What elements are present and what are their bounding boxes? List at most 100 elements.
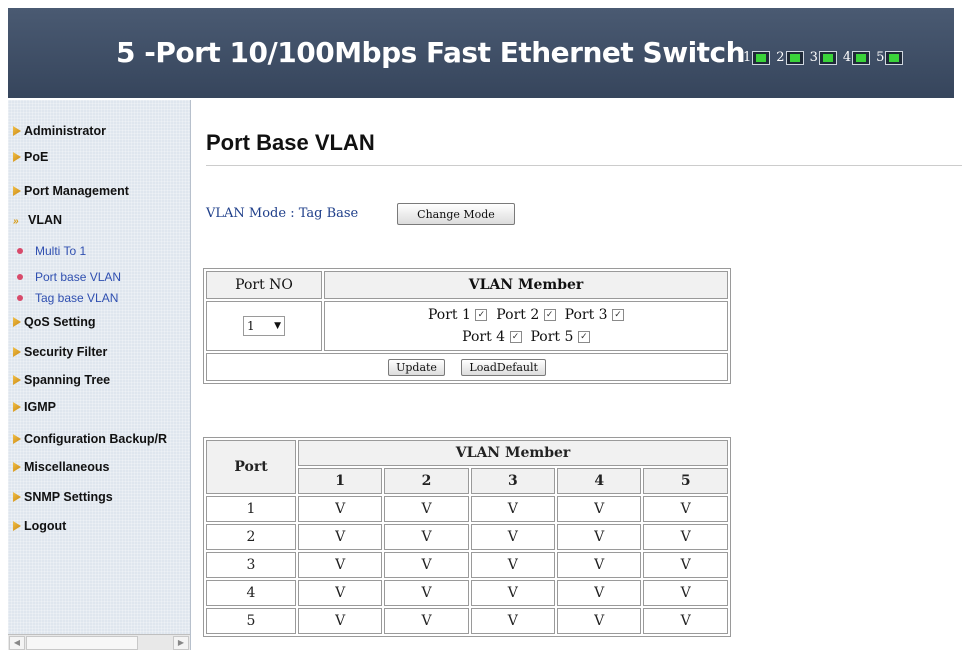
port-led-label: 4 [842,50,852,65]
sidebar-item-configuration-backup[interactable]: Configuration Backup/R [13,432,167,446]
sidebar-subitem-label: Port base VLAN [35,270,122,284]
member-cell: V [557,496,642,522]
port-icon [818,50,837,65]
member-cell: V [643,608,728,634]
sidebar-item-security-filter[interactable]: Security Filter [13,345,107,359]
column-header: 3 [470,468,556,494]
member-cell: V [470,524,556,550]
arrow-icon [13,317,21,327]
scroll-left-icon[interactable]: ◀ [9,636,25,650]
arrow-icon [13,402,21,412]
update-button[interactable]: Update [388,358,445,376]
port-led-3: 3 [810,50,837,65]
port-led-1: 1 [743,50,771,65]
member-port-5-checkbox[interactable]: ✓ [577,331,590,343]
port-led-label: 1 [743,50,752,65]
port-vlan-config-table: Port NO VLAN Member 1 ▼ Port 1 ✓ Port 2 … [203,268,731,384]
port-led-2: 2 [776,50,804,65]
member-cell: V [557,552,642,578]
vlan-member-header: VLAN Member [324,271,728,299]
sidebar-item-igmp[interactable]: IGMP [13,400,56,414]
arrow-icon [13,492,21,502]
member-port-3-checkbox[interactable]: ✓ [612,309,625,321]
port-column-header: Port [206,440,296,494]
sidebar-item-label: Logout [24,519,67,533]
sidebar-subitem-port-base-vlan[interactable]: Port base VLAN [17,270,121,284]
sidebar-item-miscellaneous[interactable]: Miscellaneous [13,460,109,474]
port-select-cell: 1 ▼ [206,301,322,351]
action-buttons-cell: Update LoadDefault [206,353,728,381]
sidebar-subitem-label: Multi To 1 [35,244,87,258]
member-cell: V [298,496,383,522]
table-row: 2 V V V V V [206,524,728,550]
scrollbar-thumb[interactable] [26,636,138,650]
member-cell: V [643,524,728,550]
sidebar-item-port-management[interactable]: Port Management [13,184,129,198]
member-port-label: Port 5 [530,329,574,345]
row-port: 3 [206,552,296,578]
load-default-button[interactable]: LoadDefault [461,358,546,376]
port-led-5: 5 [876,50,904,65]
member-port-4: Port 4 ✓ [462,329,522,345]
port-led-label: 2 [776,50,785,65]
member-cell: V [384,552,469,578]
scroll-right-icon[interactable]: ▶ [173,636,189,650]
bullet-icon [17,295,23,301]
table-row: 3 V V V V V [206,552,728,578]
port-led-4: 4 [842,50,871,65]
column-header: 1 [298,468,383,494]
member-cell: V [298,608,383,634]
member-cell: V [470,580,556,606]
member-cell: V [470,608,556,634]
port-status-leds: 1 2 3 4 5 [743,50,904,65]
arrow-icon [13,462,21,472]
member-cell: V [298,524,383,550]
header-banner: 5 -Port 10/100Mbps Fast Ethernet Switch … [8,8,954,98]
member-cell: V [384,496,469,522]
sidebar-item-administrator[interactable]: Administrator [13,124,106,138]
sidebar-item-label: Spanning Tree [24,373,111,387]
arrow-icon [13,152,21,162]
member-cell: V [470,552,556,578]
chevron-down-icon: ▼ [274,321,281,331]
sidebar-subitem-tag-base-vlan[interactable]: Tag base VLAN [17,291,118,305]
member-port-4-checkbox[interactable]: ✓ [509,331,522,343]
page-title: Port Base VLAN [206,130,375,155]
title-divider [206,165,962,166]
sidebar-item-label: IGMP [24,400,56,414]
member-port-label: Port 2 [496,307,540,323]
member-port-1: Port 1 ✓ [428,307,488,323]
member-port-2-checkbox[interactable]: ✓ [543,309,556,321]
table-row: 5 V V V V V [206,608,728,634]
port-no-header: Port NO [206,271,322,299]
member-cell: V [384,608,469,634]
sidebar-item-spanning-tree[interactable]: Spanning Tree [13,373,110,387]
sidebar-item-snmp-settings[interactable]: SNMP Settings [13,490,113,504]
sidebar-item-label: Miscellaneous [24,460,110,474]
sidebar-item-poe[interactable]: PoE [13,150,48,164]
vlan-member-header-label: VLAN Member [468,277,584,293]
member-cell: V [643,580,728,606]
member-cell: V [298,552,383,578]
sidebar-item-vlan[interactable]: » VLAN [13,213,62,227]
member-port-label: Port 4 [462,329,506,345]
port-icon [885,50,904,65]
port-icon [852,50,871,65]
sidebar-item-logout[interactable]: Logout [13,519,66,533]
port-no-select[interactable]: 1 ▼ [243,316,285,336]
port-no-select-value: 1 [247,319,255,333]
sidebar-item-label: SNMP Settings [24,490,113,504]
sidebar-item-label: Administrator [24,124,106,138]
arrow-icon [13,375,21,385]
sidebar-item-qos-setting[interactable]: QoS Setting [13,315,96,329]
change-mode-button[interactable]: Change Mode [397,203,515,225]
sidebar-item-label: VLAN [28,213,63,227]
member-port-1-checkbox[interactable]: ✓ [475,309,488,321]
sidebar-subitem-multi-to-1[interactable]: Multi To 1 [17,244,86,258]
sidebar-menu: Administrator PoE Port Management » VLAN … [8,100,191,650]
horizontal-scrollbar[interactable]: ◀ ▶ [8,634,190,650]
sidebar-subitem-label: Tag base VLAN [35,291,119,305]
port-icon [752,50,771,65]
member-cell: V [643,552,728,578]
port-led-label: 5 [876,50,885,65]
